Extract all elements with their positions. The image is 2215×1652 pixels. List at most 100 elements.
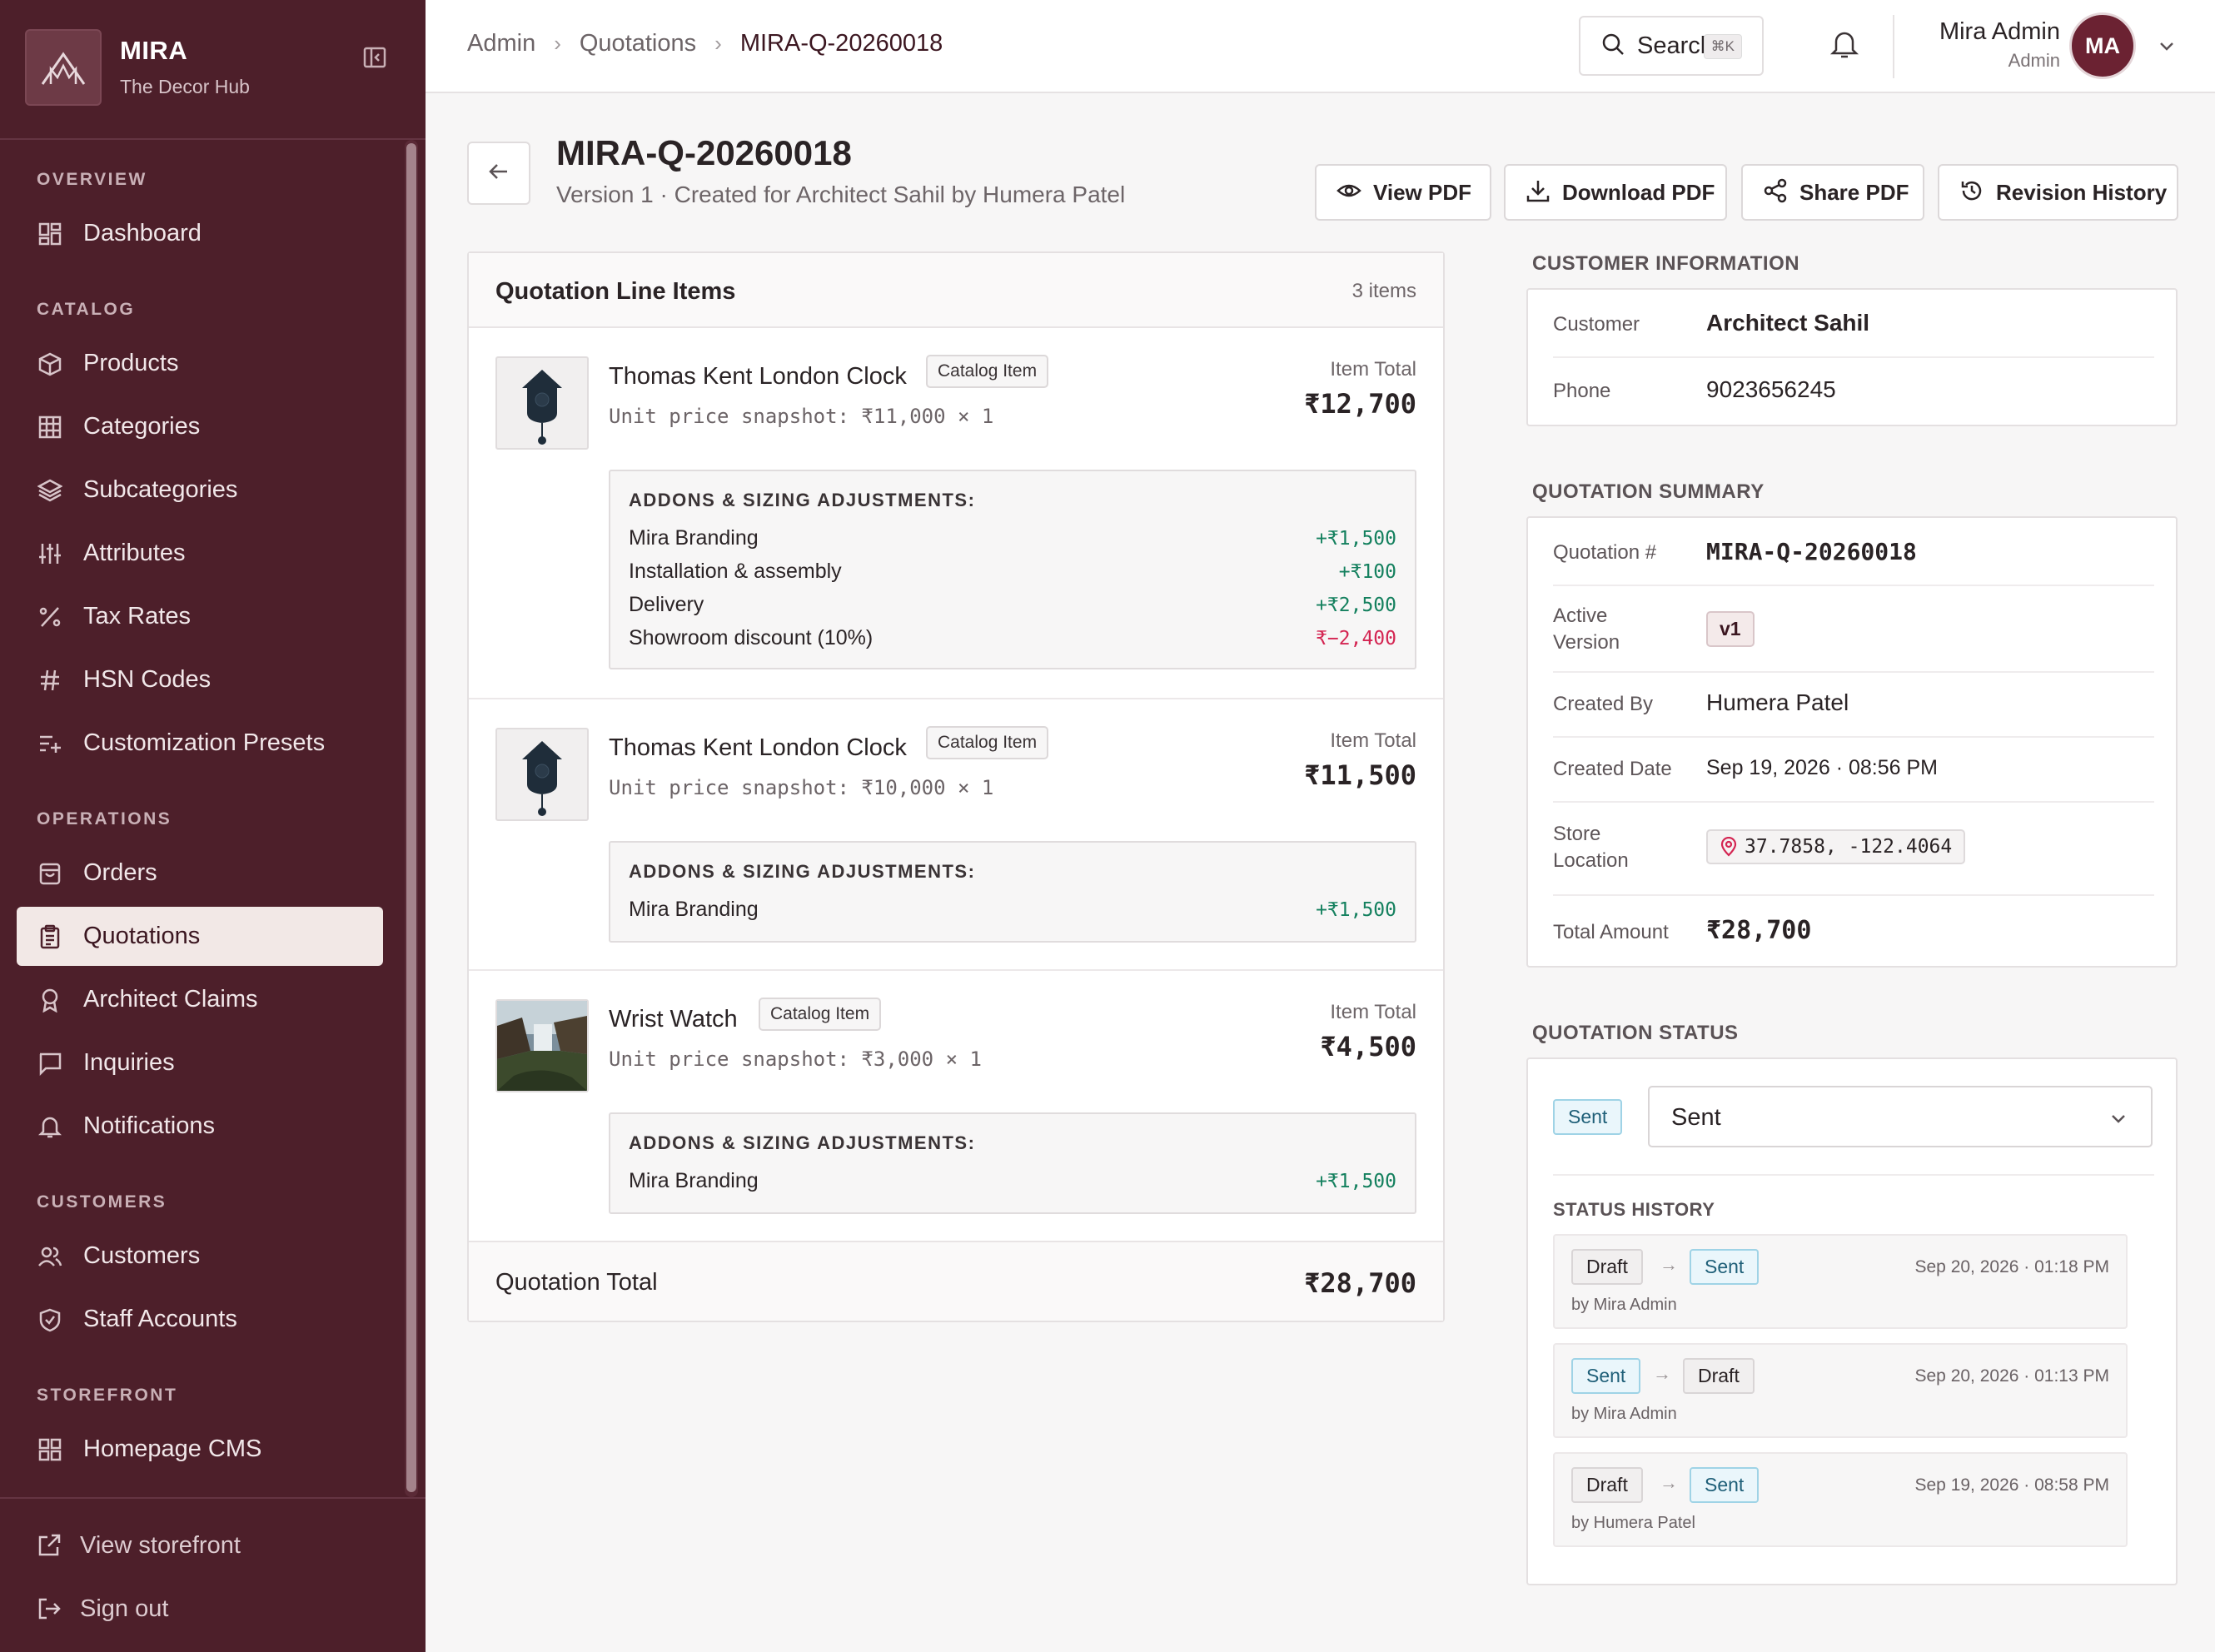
line-item-name: Thomas Kent London Clock [609,734,907,761]
status-from-badge: Sent [1571,1358,1641,1394]
sidebar-item-inquiries[interactable]: Inquiries [17,1033,383,1092]
chevron-down-icon [2108,1107,2129,1129]
addon-value: +₹100 [1338,561,1396,583]
notifications-bell-icon[interactable] [1829,28,1863,62]
sidebar-item-hsn-codes[interactable]: HSN Codes [17,650,383,709]
sidebar-divider [0,138,426,140]
eye-icon [1336,178,1361,207]
sidebar-item-label: Tax Rates [83,603,191,629]
sidebar-item-attributes[interactable]: Attributes [17,524,383,583]
sidebar-scrollbar[interactable] [405,140,418,1497]
addon-name: Mira Branding [629,1169,759,1192]
box-icon [37,351,63,377]
sidebar-item-orders[interactable]: Orders [17,843,383,903]
line-items-count: 3 items [1351,280,1416,302]
addons-heading: ADDONS & SIZING ADJUSTMENTS: [629,861,976,882]
page-subtitle: Version 1 · Created for Architect Sahil … [556,182,1126,207]
section-label-overview: OVERVIEW [37,170,147,189]
revision-history-button[interactable]: Revision History [1938,164,2178,221]
product-thumbnail-landscape[interactable] [495,999,589,1092]
search-icon [1600,32,1625,61]
store-location-chip[interactable]: 37.7858, -122.4064 [1706,829,1966,864]
sidebar-item-subcategories[interactable]: Subcategories [17,460,383,520]
created-date-value: Sep 19, 2026 · 08:56 PM [1706,756,1938,779]
sidebar-item-dashboard[interactable]: Dashboard [17,204,383,263]
sidebar-footer-divider [0,1497,426,1499]
avatar[interactable]: MA [2069,12,2136,79]
addon-row: Showroom discount (10%) ₹−2,400 [629,626,1396,659]
table-icon [37,414,63,440]
sliders-icon [37,540,63,567]
page-title: MIRA-Q-20260018 [556,133,852,172]
share-pdf-button[interactable]: Share PDF [1741,164,1924,221]
sign-out-icon [37,1596,63,1623]
status-history-item: Draft → Sent by Mira Admin Sep 20, 2026 … [1553,1234,2128,1329]
brand-logo-icon [25,29,102,106]
line-item: Thomas Kent London Clock Catalog Item Un… [469,699,1443,971]
total-amount-label: Total Amount [1553,921,1669,943]
sign-out-label: Sign out [80,1595,169,1622]
brand-name: MIRA [120,36,188,65]
product-thumbnail-clock[interactable] [495,356,589,450]
addons-heading: ADDONS & SIZING ADJUSTMENTS: [629,490,976,510]
sidebar-item-label: Customization Presets [83,729,326,756]
sidebar-item-customization-presets[interactable]: Customization Presets [17,714,383,773]
sidebar-item-notifications[interactable]: Notifications [17,1097,383,1156]
customer-row: Customer Architect Sahil [1553,290,2154,358]
view-storefront-link[interactable]: View storefront [37,1532,241,1560]
chevron-down-icon[interactable] [2156,35,2178,57]
addon-value: +₹2,500 [1316,595,1396,616]
store-location-value: 37.7858, -122.4064 [1745,836,1953,858]
sidebar-item-architect-claims[interactable]: Architect Claims [17,970,383,1029]
section-label-customers: CUSTOMERS [37,1192,167,1212]
breadcrumb: Admin › Quotations › MIRA-Q-20260018 [467,30,943,57]
breadcrumb-quotations[interactable]: Quotations [580,30,696,57]
hash-icon [37,667,63,694]
arrow-right-icon: → [1653,1363,1671,1384]
brand-subtitle: The Decor Hub [120,76,250,97]
line-items-card: Quotation Line Items 3 items Thomas Kent… [467,251,1445,1322]
share-pdf-label: Share PDF [1799,179,1909,205]
line-item-unit-price: Unit price snapshot: ₹10,000 × 1 [609,776,994,799]
created-date-label: Created Date [1553,758,1672,780]
active-version-label: Active Version [1553,605,1620,654]
sidebar-collapse-icon[interactable] [361,44,388,71]
history-icon [1959,178,1984,207]
status-select[interactable]: Sent [1648,1086,2153,1147]
sidebar-item-staff-accounts[interactable]: Staff Accounts [17,1290,383,1349]
users-icon [37,1243,63,1270]
breadcrumb-admin[interactable]: Admin [467,30,535,57]
sidebar-item-label: Inquiries [83,1049,175,1076]
brand[interactable]: MIRA The Decor Hub [25,29,401,108]
view-storefront-label: View storefront [80,1532,241,1559]
sidebar-item-label: Staff Accounts [83,1306,237,1332]
item-total-label: Item Total [1330,729,1416,752]
sidebar-item-products[interactable]: Products [17,334,383,393]
total-amount-row: Total Amount ₹28,700 [1553,896,2154,966]
arrow-right-icon: → [1660,1472,1678,1493]
status-history-list[interactable]: Draft → Sent by Mira Admin Sep 20, 2026 … [1553,1234,2154,1559]
download-pdf-button[interactable]: Download PDF [1504,164,1727,221]
search-label: Search [1637,32,1714,59]
sidebar-item-categories[interactable]: Categories [17,397,383,456]
status-to-badge: Sent [1690,1249,1760,1285]
sidebar-item-tax-rates[interactable]: Tax Rates [17,587,383,646]
sidebar-item-quotations[interactable]: Quotations [17,907,383,966]
quotation-number-label: Quotation # [1553,541,1657,564]
sign-out-link[interactable]: Sign out [37,1595,168,1623]
product-thumbnail-clock[interactable] [495,728,589,821]
sidebar-item-homepage-cms[interactable]: Homepage CMS [17,1420,383,1479]
percent-icon [37,604,63,630]
created-by-value: Humera Patel [1706,689,1849,715]
addon-name: Mira Branding [629,898,759,921]
search-button[interactable]: Search ⌘K [1579,16,1764,76]
back-button[interactable] [467,142,530,205]
sidebar-scroll-thumb[interactable] [406,143,416,1492]
status-history-time: Sep 19, 2026 · 08:58 PM [1914,1475,2110,1495]
status-to-badge: Sent [1690,1467,1760,1503]
quotation-number-value: MIRA-Q-20260018 [1706,538,1917,565]
sidebar-item-customers[interactable]: Customers [17,1227,383,1286]
view-pdf-button[interactable]: View PDF [1315,164,1491,221]
customer-value[interactable]: Architect Sahil [1706,310,1869,336]
user-name[interactable]: Mira Admin [1924,18,2060,46]
